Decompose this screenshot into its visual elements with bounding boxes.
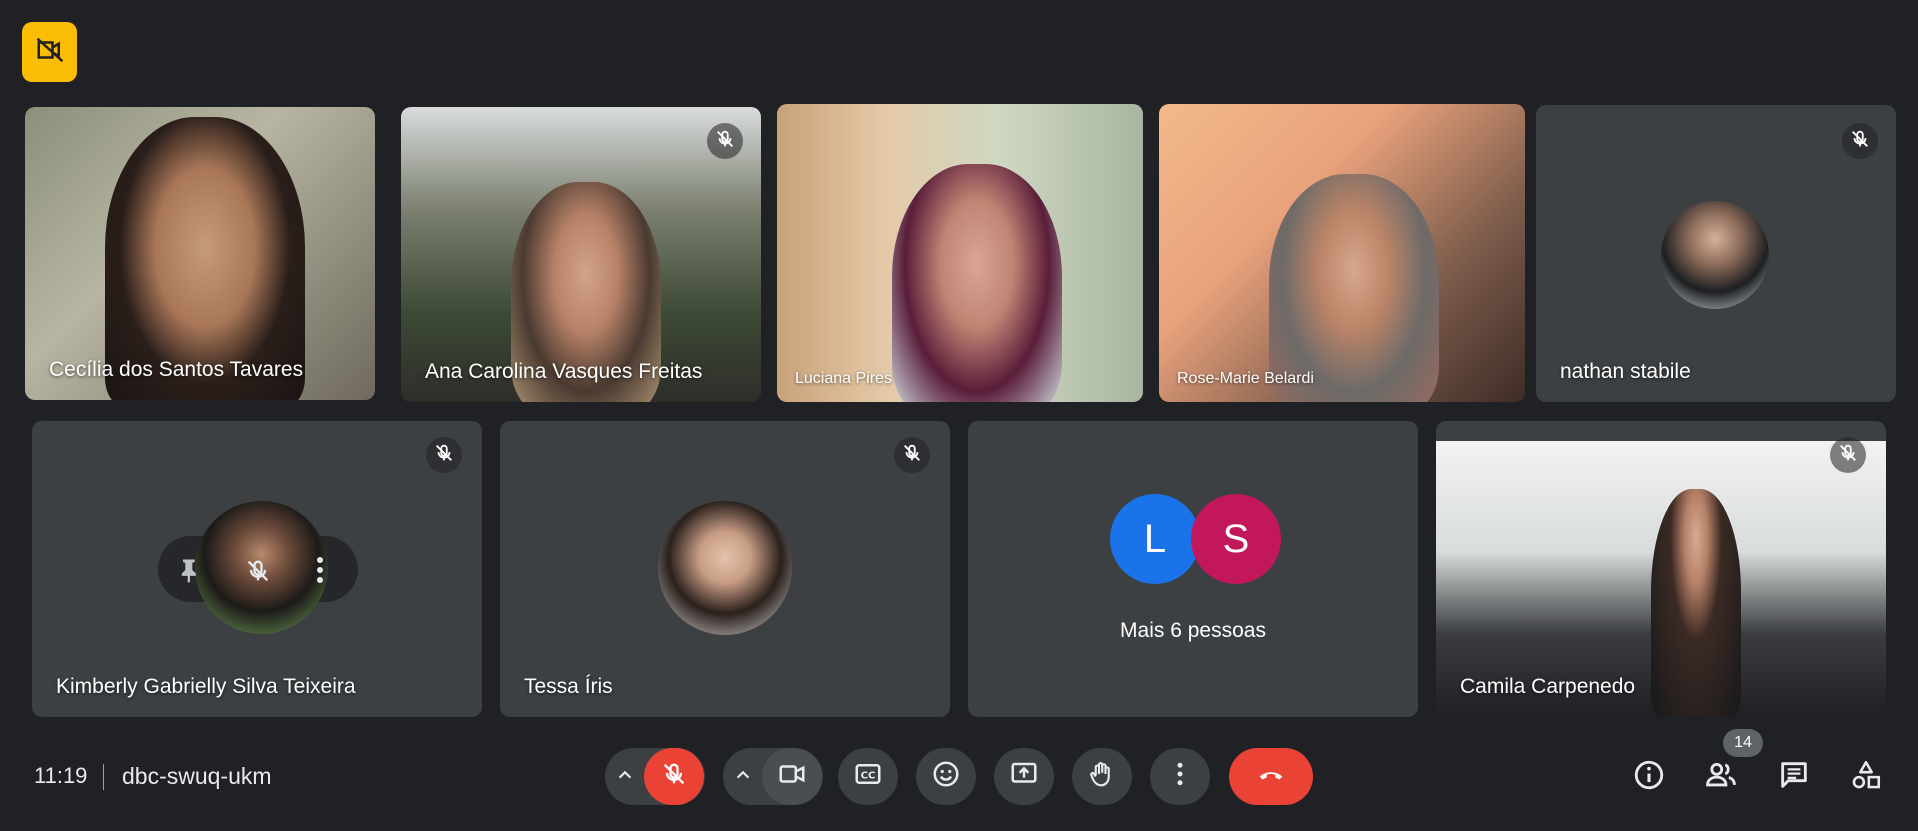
chat-button[interactable] [1774, 757, 1814, 797]
info-icon [1632, 758, 1666, 797]
mic-off-icon [901, 442, 923, 469]
camera-off-icon [35, 35, 65, 70]
participant-tile-nathan[interactable]: nathan stabile [1536, 105, 1896, 402]
mic-off-icon [660, 760, 688, 793]
participant-name: Luciana Pires [795, 370, 892, 387]
participant-video [892, 164, 1062, 402]
mic-off-indicator [426, 437, 462, 473]
avatar [1661, 201, 1769, 309]
svg-text:CC: CC [861, 770, 876, 781]
mic-off-icon [1849, 128, 1871, 155]
people-button[interactable] [1701, 757, 1741, 797]
camera-toggle-button[interactable] [762, 748, 822, 805]
meeting-details-button[interactable] [1629, 757, 1669, 797]
participant-tile-ana[interactable]: Ana Carolina Vasques Freitas [401, 107, 761, 402]
more-people-label: Mais 6 pessoas [1120, 619, 1266, 642]
mic-off-icon [714, 128, 736, 155]
mic-toggle-button[interactable] [644, 748, 704, 805]
participant-video [1269, 174, 1439, 402]
participant-name: Ana Carolina Vasques Freitas [425, 360, 703, 383]
chat-icon [1777, 758, 1811, 797]
people-icon [1704, 758, 1738, 797]
mic-off-indicator [894, 437, 930, 473]
audio-options-chevron-icon[interactable] [614, 764, 636, 791]
captions-button[interactable]: CC [838, 748, 898, 805]
clock: 11:19 [34, 763, 88, 788]
mic-off-icon [433, 442, 455, 469]
avatar-initial-l: L [1110, 494, 1200, 584]
video-options-chevron-icon[interactable] [732, 764, 754, 791]
more-options-icon[interactable] [314, 555, 326, 590]
participant-name: Cecília dos Santos Tavares [49, 358, 304, 381]
reactions-button[interactable] [916, 748, 976, 805]
mic-off-indicator [1842, 123, 1878, 159]
leave-call-button[interactable] [1229, 748, 1313, 805]
more-options-button[interactable] [1150, 748, 1210, 805]
emoji-icon [931, 759, 961, 794]
participant-name: Camila Carpenedo [1460, 675, 1636, 698]
raise-hand-button[interactable] [1072, 748, 1132, 805]
avatar [658, 501, 792, 635]
participant-name: Tessa Íris [524, 675, 613, 698]
present-screen-icon [1009, 759, 1039, 794]
closed-captions-icon: CC [853, 759, 883, 794]
avatar-initial-s: S [1191, 494, 1281, 584]
participant-tile-rose-marie[interactable]: Rose-Marie Belardi [1159, 104, 1525, 402]
mic-off-indicator [707, 123, 743, 159]
participant-name: Kimberly Gabrielly Silva Teixeira [56, 675, 356, 698]
more-vertical-icon [1165, 759, 1195, 794]
video-camera-icon [777, 759, 807, 794]
participant-tile-cecilia[interactable]: Cecília dos Santos Tavares [25, 107, 375, 400]
present-button[interactable] [994, 748, 1054, 805]
participant-tile-kimberly[interactable]: Kimberly Gabrielly Silva Teixeira [32, 421, 482, 717]
participant-name: Rose-Marie Belardi [1177, 370, 1314, 387]
hang-up-icon [1256, 759, 1286, 794]
mic-off-icon [1837, 442, 1859, 469]
participant-name: nathan stabile [1560, 360, 1691, 383]
mic-off-indicator [1830, 437, 1866, 473]
more-participants-tile[interactable]: L S Mais 6 pessoas [968, 421, 1418, 717]
mic-off-icon[interactable] [244, 557, 272, 590]
activities-shapes-icon [1849, 758, 1883, 797]
people-count-badge: 14 [1723, 729, 1763, 757]
participant-tile-camila[interactable]: Camila Carpenedo [1436, 421, 1886, 717]
hand-icon [1087, 759, 1117, 794]
participant-tile-tessa[interactable]: Tessa Íris [500, 421, 950, 717]
camera-off-badge[interactable] [22, 22, 77, 82]
participant-figure [1651, 489, 1741, 717]
pin-icon[interactable] [176, 555, 204, 590]
divider [103, 764, 104, 790]
meeting-code[interactable]: dbc-swuq-ukm [122, 763, 272, 790]
participant-tile-luciana[interactable]: Luciana Pires [777, 104, 1143, 402]
activities-button[interactable] [1846, 757, 1886, 797]
